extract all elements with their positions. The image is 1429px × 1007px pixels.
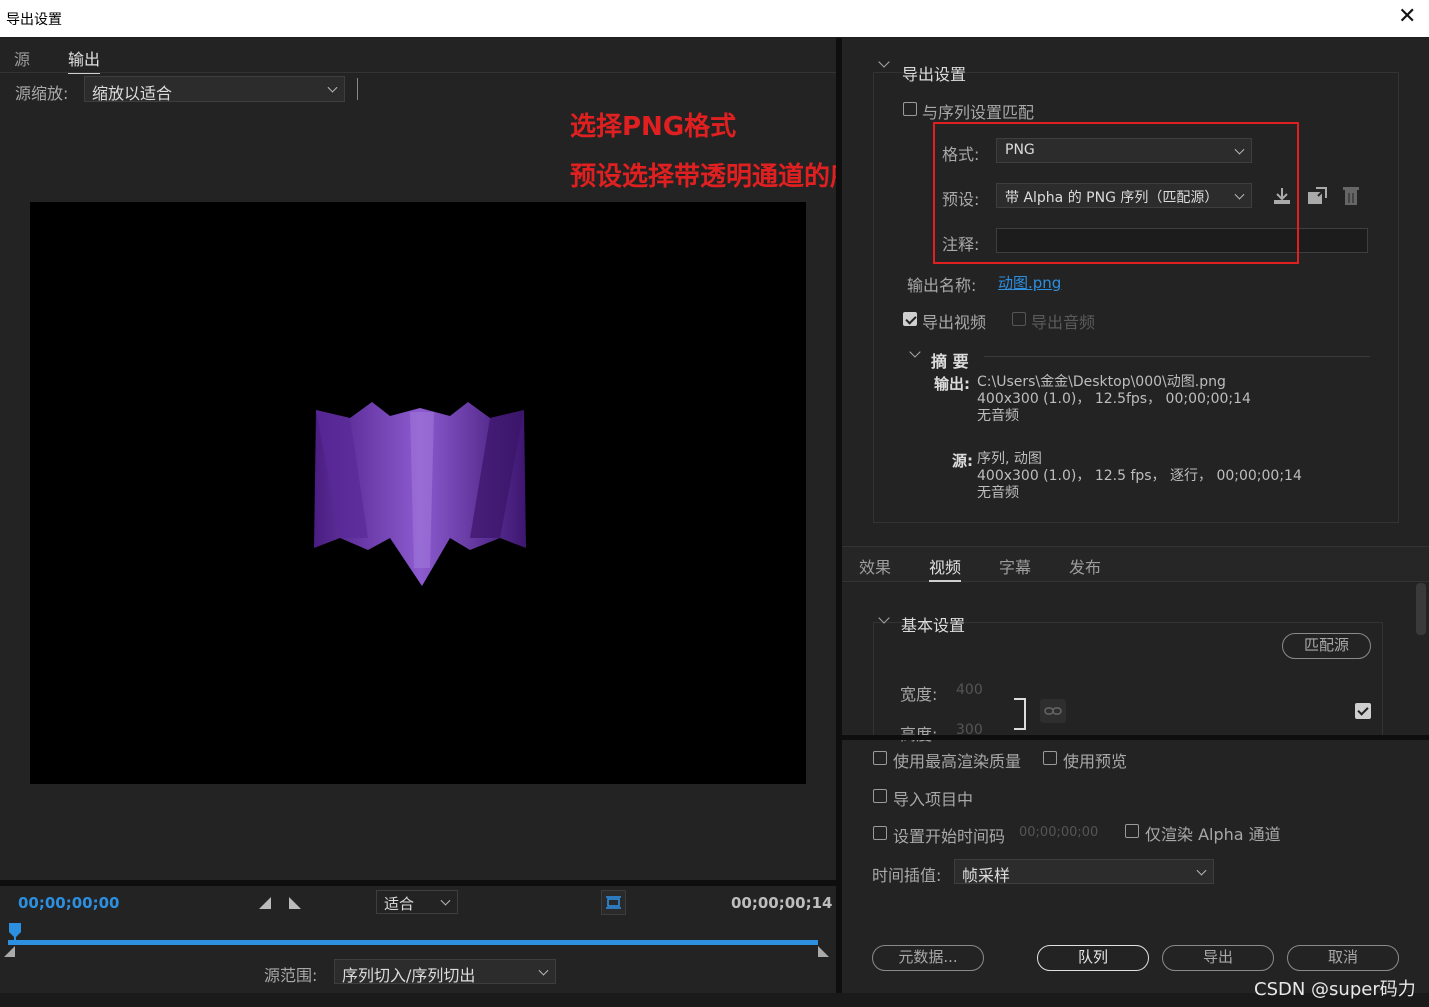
window-title: 导出设置 bbox=[6, 12, 62, 28]
summary-output-text: C:\Users\金金\Desktop\000\动图.png 400x300 (… bbox=[977, 374, 1251, 425]
tab-output[interactable]: 输出 bbox=[68, 46, 101, 74]
purple-shape-image bbox=[314, 402, 526, 586]
chain-link-icon bbox=[1044, 707, 1062, 715]
chevron-down-icon bbox=[440, 895, 451, 906]
tab-video[interactable]: 视频 bbox=[929, 554, 962, 582]
annotation-highlight-box bbox=[933, 122, 1299, 264]
annotation-line1: 选择PNG格式 bbox=[570, 112, 737, 142]
alpha-only-checkbox[interactable] bbox=[1125, 824, 1139, 838]
import-preset-icon[interactable] bbox=[1306, 186, 1328, 206]
tab-publish[interactable]: 发布 bbox=[1069, 554, 1101, 578]
summary-source-line: 无音频 bbox=[977, 485, 1019, 501]
summary-output-label: 输出: bbox=[934, 375, 970, 393]
cancel-button[interactable]: 取消 bbox=[1287, 945, 1399, 971]
match-sequence-label: 与序列设置匹配 bbox=[922, 103, 1035, 122]
interpolation-label: 时间插值: bbox=[872, 866, 942, 885]
summary-output-line: 无音频 bbox=[977, 408, 1019, 424]
source-range-label: 源范围: bbox=[264, 966, 318, 985]
summary-output-line: 400x300 (1.0)， 12.5fps， 00;00;00;14 bbox=[977, 391, 1251, 407]
out-point-handle-icon[interactable] bbox=[818, 946, 830, 958]
width-value[interactable]: 400 bbox=[956, 682, 983, 698]
max-quality-checkbox[interactable] bbox=[873, 751, 887, 765]
height-label: 高度: bbox=[900, 721, 937, 745]
alpha-only-label: 仅渲染 Alpha 通道 bbox=[1145, 825, 1281, 844]
summary-output-line: C:\Users\金金\Desktop\000\动图.png bbox=[977, 374, 1226, 390]
delete-preset-icon[interactable] bbox=[1342, 185, 1360, 207]
export-video-checkbox[interactable] bbox=[903, 312, 917, 326]
settings-scrollbar[interactable] bbox=[1416, 583, 1426, 635]
chevron-down-icon bbox=[327, 82, 338, 93]
width-checkbox[interactable] bbox=[1355, 703, 1371, 719]
start-timecode-checkbox[interactable] bbox=[873, 826, 887, 840]
metadata-button[interactable]: 元数据... bbox=[872, 945, 984, 971]
mark-out-icon[interactable] bbox=[288, 896, 302, 910]
use-preview-checkbox[interactable] bbox=[1043, 751, 1057, 765]
source-scale-select[interactable]: 缩放以适合 bbox=[84, 76, 345, 103]
summary-rule bbox=[984, 356, 1370, 357]
source-range-select[interactable]: 序列切入/序列切出 bbox=[334, 959, 556, 985]
summary-source-label: 源: bbox=[952, 452, 973, 470]
tab-effects[interactable]: 效果 bbox=[859, 554, 891, 578]
export-audio-label: 导出音频 bbox=[1031, 313, 1096, 332]
tab-source[interactable]: 源 bbox=[14, 46, 30, 70]
start-timecode-value[interactable]: 00;00;00;00 bbox=[1019, 825, 1098, 840]
start-timecode-label: 设置开始时间码 bbox=[893, 827, 1006, 846]
fit-value: 适合 bbox=[384, 895, 415, 913]
playhead-icon[interactable] bbox=[8, 922, 22, 944]
use-preview-label: 使用预览 bbox=[1063, 752, 1128, 771]
interpolation-select[interactable]: 帧采样 bbox=[954, 859, 1214, 885]
import-project-checkbox[interactable] bbox=[873, 789, 887, 803]
collapse-chevron-icon[interactable] bbox=[878, 56, 890, 68]
aspect-correction-icon bbox=[606, 896, 621, 909]
export-button[interactable]: 导出 bbox=[1162, 945, 1274, 971]
output-name-label: 输出名称: bbox=[907, 276, 977, 295]
timeline-panel: 00;00;00;00 适合 00;00;00;14 源范围: 序列切入/序列切… bbox=[0, 886, 836, 998]
timecode-start[interactable]: 00;00;00;00 bbox=[18, 894, 120, 912]
constrain-proportions-button[interactable] bbox=[1040, 699, 1066, 723]
settings-panel: 导出设置 与序列设置匹配 格式: PNG 预设: 带 Alpha 的 PNG 序… bbox=[842, 38, 1429, 993]
max-quality-label: 使用最高渲染质量 bbox=[893, 752, 1022, 771]
chevron-down-icon bbox=[1196, 865, 1207, 876]
bottom-divider bbox=[842, 735, 1429, 740]
timeline-track[interactable] bbox=[8, 940, 818, 945]
video-preview bbox=[30, 202, 806, 784]
summary-title: 摘 要 bbox=[931, 352, 969, 371]
summary-source-line: 序列, 动图 bbox=[977, 451, 1042, 467]
csdn-watermark: CSDN @super码力 bbox=[1254, 979, 1416, 1000]
export-settings-title: 导出设置 bbox=[902, 65, 967, 84]
settings-tab-bar: 效果 视频 字幕 发布 bbox=[842, 546, 1429, 582]
close-icon[interactable]: ✕ bbox=[1398, 4, 1416, 29]
export-video-label: 导出视频 bbox=[922, 313, 987, 332]
chevron-down-icon bbox=[538, 965, 549, 976]
title-bar: 导出设置 ✕ bbox=[0, 0, 1429, 37]
source-scale-label: 源缩放: bbox=[15, 84, 69, 103]
in-point-handle-icon[interactable] bbox=[4, 946, 16, 958]
match-sequence-checkbox[interactable] bbox=[903, 102, 917, 116]
fit-select[interactable]: 适合 bbox=[376, 890, 458, 914]
basic-settings-title: 基本设置 bbox=[901, 616, 966, 635]
interpolation-value: 帧采样 bbox=[962, 866, 1011, 885]
output-name-link[interactable]: 动图.png bbox=[998, 272, 1061, 293]
tab-divider bbox=[0, 72, 836, 73]
summary-source-text: 序列, 动图 400x300 (1.0)， 12.5 fps， 逐行， 00;0… bbox=[977, 451, 1302, 502]
link-bracket bbox=[1014, 698, 1026, 730]
source-scale-value: 缩放以适合 bbox=[92, 84, 173, 103]
import-project-label: 导入项目中 bbox=[893, 790, 974, 809]
aspect-toggle-button[interactable] bbox=[601, 890, 626, 915]
queue-button[interactable]: 队列 bbox=[1037, 945, 1149, 971]
summary-source-line: 400x300 (1.0)， 12.5 fps， 逐行， 00;00;00;14 bbox=[977, 468, 1302, 484]
source-range-value: 序列切入/序列切出 bbox=[342, 966, 476, 985]
timecode-end: 00;00;00;14 bbox=[731, 894, 833, 912]
export-audio-checkbox[interactable] bbox=[1012, 312, 1026, 326]
separator bbox=[357, 78, 358, 100]
tab-captions[interactable]: 字幕 bbox=[999, 554, 1031, 578]
mark-in-icon[interactable] bbox=[258, 896, 272, 910]
match-source-button[interactable]: 匹配源 bbox=[1282, 633, 1371, 659]
width-label: 宽度: bbox=[900, 685, 938, 704]
status-strip bbox=[0, 993, 1429, 1007]
